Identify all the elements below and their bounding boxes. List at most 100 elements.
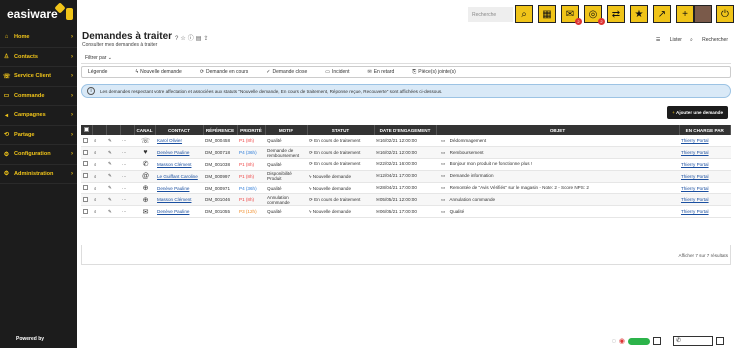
favorites-button[interactable]: ★ [630, 5, 648, 23]
mail-button[interactable]: ✉ 2 [561, 5, 582, 25]
more-icon[interactable]: ··· [120, 182, 134, 195]
more-icon[interactable]: ··· [120, 193, 134, 207]
row-checkbox[interactable] [81, 170, 92, 183]
more-icon[interactable]: ··· [120, 146, 134, 160]
view-icon[interactable]: ⌕ [92, 193, 106, 207]
sidebar-item-contacts[interactable]: ♙ Contacts › [0, 48, 77, 67]
add-request-button[interactable]: + Ajouter une demande [667, 106, 728, 119]
users-icon[interactable]: ◉ [619, 337, 625, 345]
power-button[interactable]: ⏻ [716, 5, 734, 23]
edit-icon[interactable]: ✎ [106, 146, 120, 160]
availability-toggle[interactable] [628, 337, 650, 345]
search-button[interactable]: ⌕ [515, 5, 533, 23]
chat-icon[interactable]: ◌ [612, 338, 616, 345]
contact-link[interactable]: Le Guiffant Caroline [157, 174, 198, 179]
stats-button[interactable]: ↗ [653, 5, 671, 23]
phone-widget[interactable]: ✆ [673, 336, 713, 346]
export-icon[interactable]: ⇪ [203, 36, 210, 42]
contact-link[interactable]: Masson Clément [157, 162, 191, 167]
table-row[interactable]: ⌕ ✎ ··· ✉ Denève Pauline DM_001055 P3 (12h) Qua… [81, 205, 731, 219]
contact-link[interactable]: Denève Pauline [157, 186, 189, 191]
table-row[interactable]: ⌕ ✎ ··· ♥ Denève Pauline DM_000718 P4 (36h) Dem… [81, 146, 731, 160]
contact-link[interactable]: Denève Pauline [157, 150, 189, 155]
edit-icon[interactable]: ✎ [106, 170, 120, 183]
contact-link[interactable]: Karol Olivier [157, 138, 182, 143]
search-input[interactable]: Recherche [468, 7, 513, 22]
view-icon[interactable]: ⌕ [92, 135, 106, 148]
transfer-button[interactable]: ⇄ [607, 5, 625, 23]
col-in-charge[interactable]: EN CHARGE PAR [679, 125, 731, 135]
table-row[interactable]: ⌕ ✎ ··· @ Le Guiffant Caroline DM_000997 P1 (8… [81, 170, 731, 183]
avatar[interactable] [694, 5, 712, 23]
phone-square[interactable] [716, 337, 724, 345]
col-canal[interactable]: CANAL [134, 125, 156, 135]
sidebar-item-commande[interactable]: ▭ Commande › [0, 87, 77, 106]
table-row[interactable]: ⌕ ✎ ··· ⊕ Masson Clément DM_001046 P1 (8h) Annu… [81, 193, 731, 207]
row-checkbox[interactable] [81, 135, 92, 148]
in-charge-link[interactable]: Thierry Portal [681, 209, 709, 214]
select-all-checkbox[interactable] [81, 125, 93, 135]
more-icon[interactable]: ··· [120, 205, 134, 219]
col-objet[interactable]: OBJET [436, 125, 680, 135]
col-contact[interactable]: CONTACT [155, 125, 204, 135]
filter-dropdown[interactable]: Filtrer par ⌄ [85, 55, 112, 61]
row-checkbox[interactable] [81, 193, 92, 207]
sidebar-item-partage[interactable]: ⟲ Partage › [0, 126, 77, 145]
search-link[interactable]: ⌕ Rechercher [690, 37, 728, 43]
table-row[interactable]: ⌕ ✎ ··· ⊕ Denève Pauline DM_000971 P4 (36h) Qua… [81, 182, 731, 195]
contact-link[interactable]: Denève Pauline [157, 209, 189, 214]
info-icon[interactable]: ⓘ [188, 36, 196, 42]
edit-icon[interactable]: ✎ [106, 205, 120, 219]
row-checkbox[interactable] [81, 205, 92, 219]
in-charge-link[interactable]: Thierry Portal [681, 162, 709, 167]
row-checkbox[interactable] [81, 146, 92, 160]
star-icon[interactable]: ☆ [180, 36, 187, 42]
edit-icon[interactable]: ✎ [106, 193, 120, 207]
in-charge-link[interactable]: Thierry Portal [681, 174, 709, 179]
col-motif[interactable]: MOTIF [265, 125, 308, 135]
calculator-button[interactable]: ▦ [538, 5, 556, 23]
col-reference[interactable]: RÉFÉRENCE [203, 125, 238, 135]
in-charge-link[interactable]: Thierry Portal [681, 150, 709, 155]
objet-label: Remontée de "Avis Vérifiés" sur le magas… [449, 185, 589, 191]
row-checkbox[interactable] [81, 182, 92, 195]
view-icon[interactable]: ⌕ [92, 182, 106, 195]
in-charge-link[interactable]: Thierry Portal [681, 197, 709, 202]
view-icon[interactable]: ⌕ [92, 158, 106, 171]
table-row[interactable]: ⌕ ✎ ··· ✆ Masson Clément DM_001038 P1 (8h) Qual… [81, 158, 731, 171]
more-icon[interactable]: ··· [120, 170, 134, 183]
status-label: Nouvelle demande [312, 185, 352, 191]
contact-link[interactable]: Masson Clément [157, 197, 191, 202]
table-row[interactable]: ⌕ ✎ ··· ☏ Karol Olivier DM_000458 P1 (8h) Quali… [81, 135, 731, 148]
more-icon[interactable]: ··· [120, 158, 134, 171]
col-date[interactable]: DATE D'ENGAGEMENT [374, 125, 437, 135]
date-label: 22/02/21 16:00:00 [379, 161, 417, 167]
view-icon[interactable]: ⌕ [92, 146, 106, 160]
sidebar-item-administration[interactable]: ⚙ Administration › [0, 165, 77, 184]
col-priority[interactable]: PRIORITÉ [237, 125, 266, 135]
edit-icon[interactable]: ✎ [106, 182, 120, 195]
chat-button[interactable]: ◎ 2 [584, 5, 605, 25]
add-button[interactable]: + [676, 5, 694, 23]
view-icon[interactable]: ⌕ [92, 170, 106, 183]
priority-cell: P4 (36h) [237, 146, 265, 160]
more-icon[interactable]: ··· [120, 135, 134, 148]
sidebar-toggle-button[interactable] [66, 8, 73, 20]
sidebar-item-campagnes[interactable]: ◂ Campagnes › [0, 106, 77, 126]
edit-icon[interactable]: ✎ [106, 158, 120, 171]
date-cell: ✉16/02/21 12:00:00 [374, 146, 436, 160]
sidebar-item-configuration[interactable]: ⚙ Configuration › [0, 145, 77, 165]
in-charge-link[interactable]: Thierry Portal [681, 186, 709, 191]
status-square[interactable] [653, 337, 661, 345]
in-charge-link[interactable]: Thierry Portal [681, 138, 709, 143]
objet-label: Demande information [449, 173, 494, 179]
edit-icon[interactable]: ✎ [106, 135, 120, 148]
row-checkbox[interactable] [81, 158, 92, 171]
reference-cell: DM_000718 [203, 146, 237, 160]
sidebar-item-home[interactable]: ⌂ Home › [0, 28, 77, 48]
col-status[interactable]: STATUT [307, 125, 375, 135]
list-button[interactable]: ☰ Lister [656, 37, 682, 43]
view-icon[interactable]: ⌕ [92, 205, 106, 219]
sidebar-item-service-client[interactable]: ☏ Service Client › [0, 67, 77, 87]
objet-label: Qualité [449, 208, 465, 214]
